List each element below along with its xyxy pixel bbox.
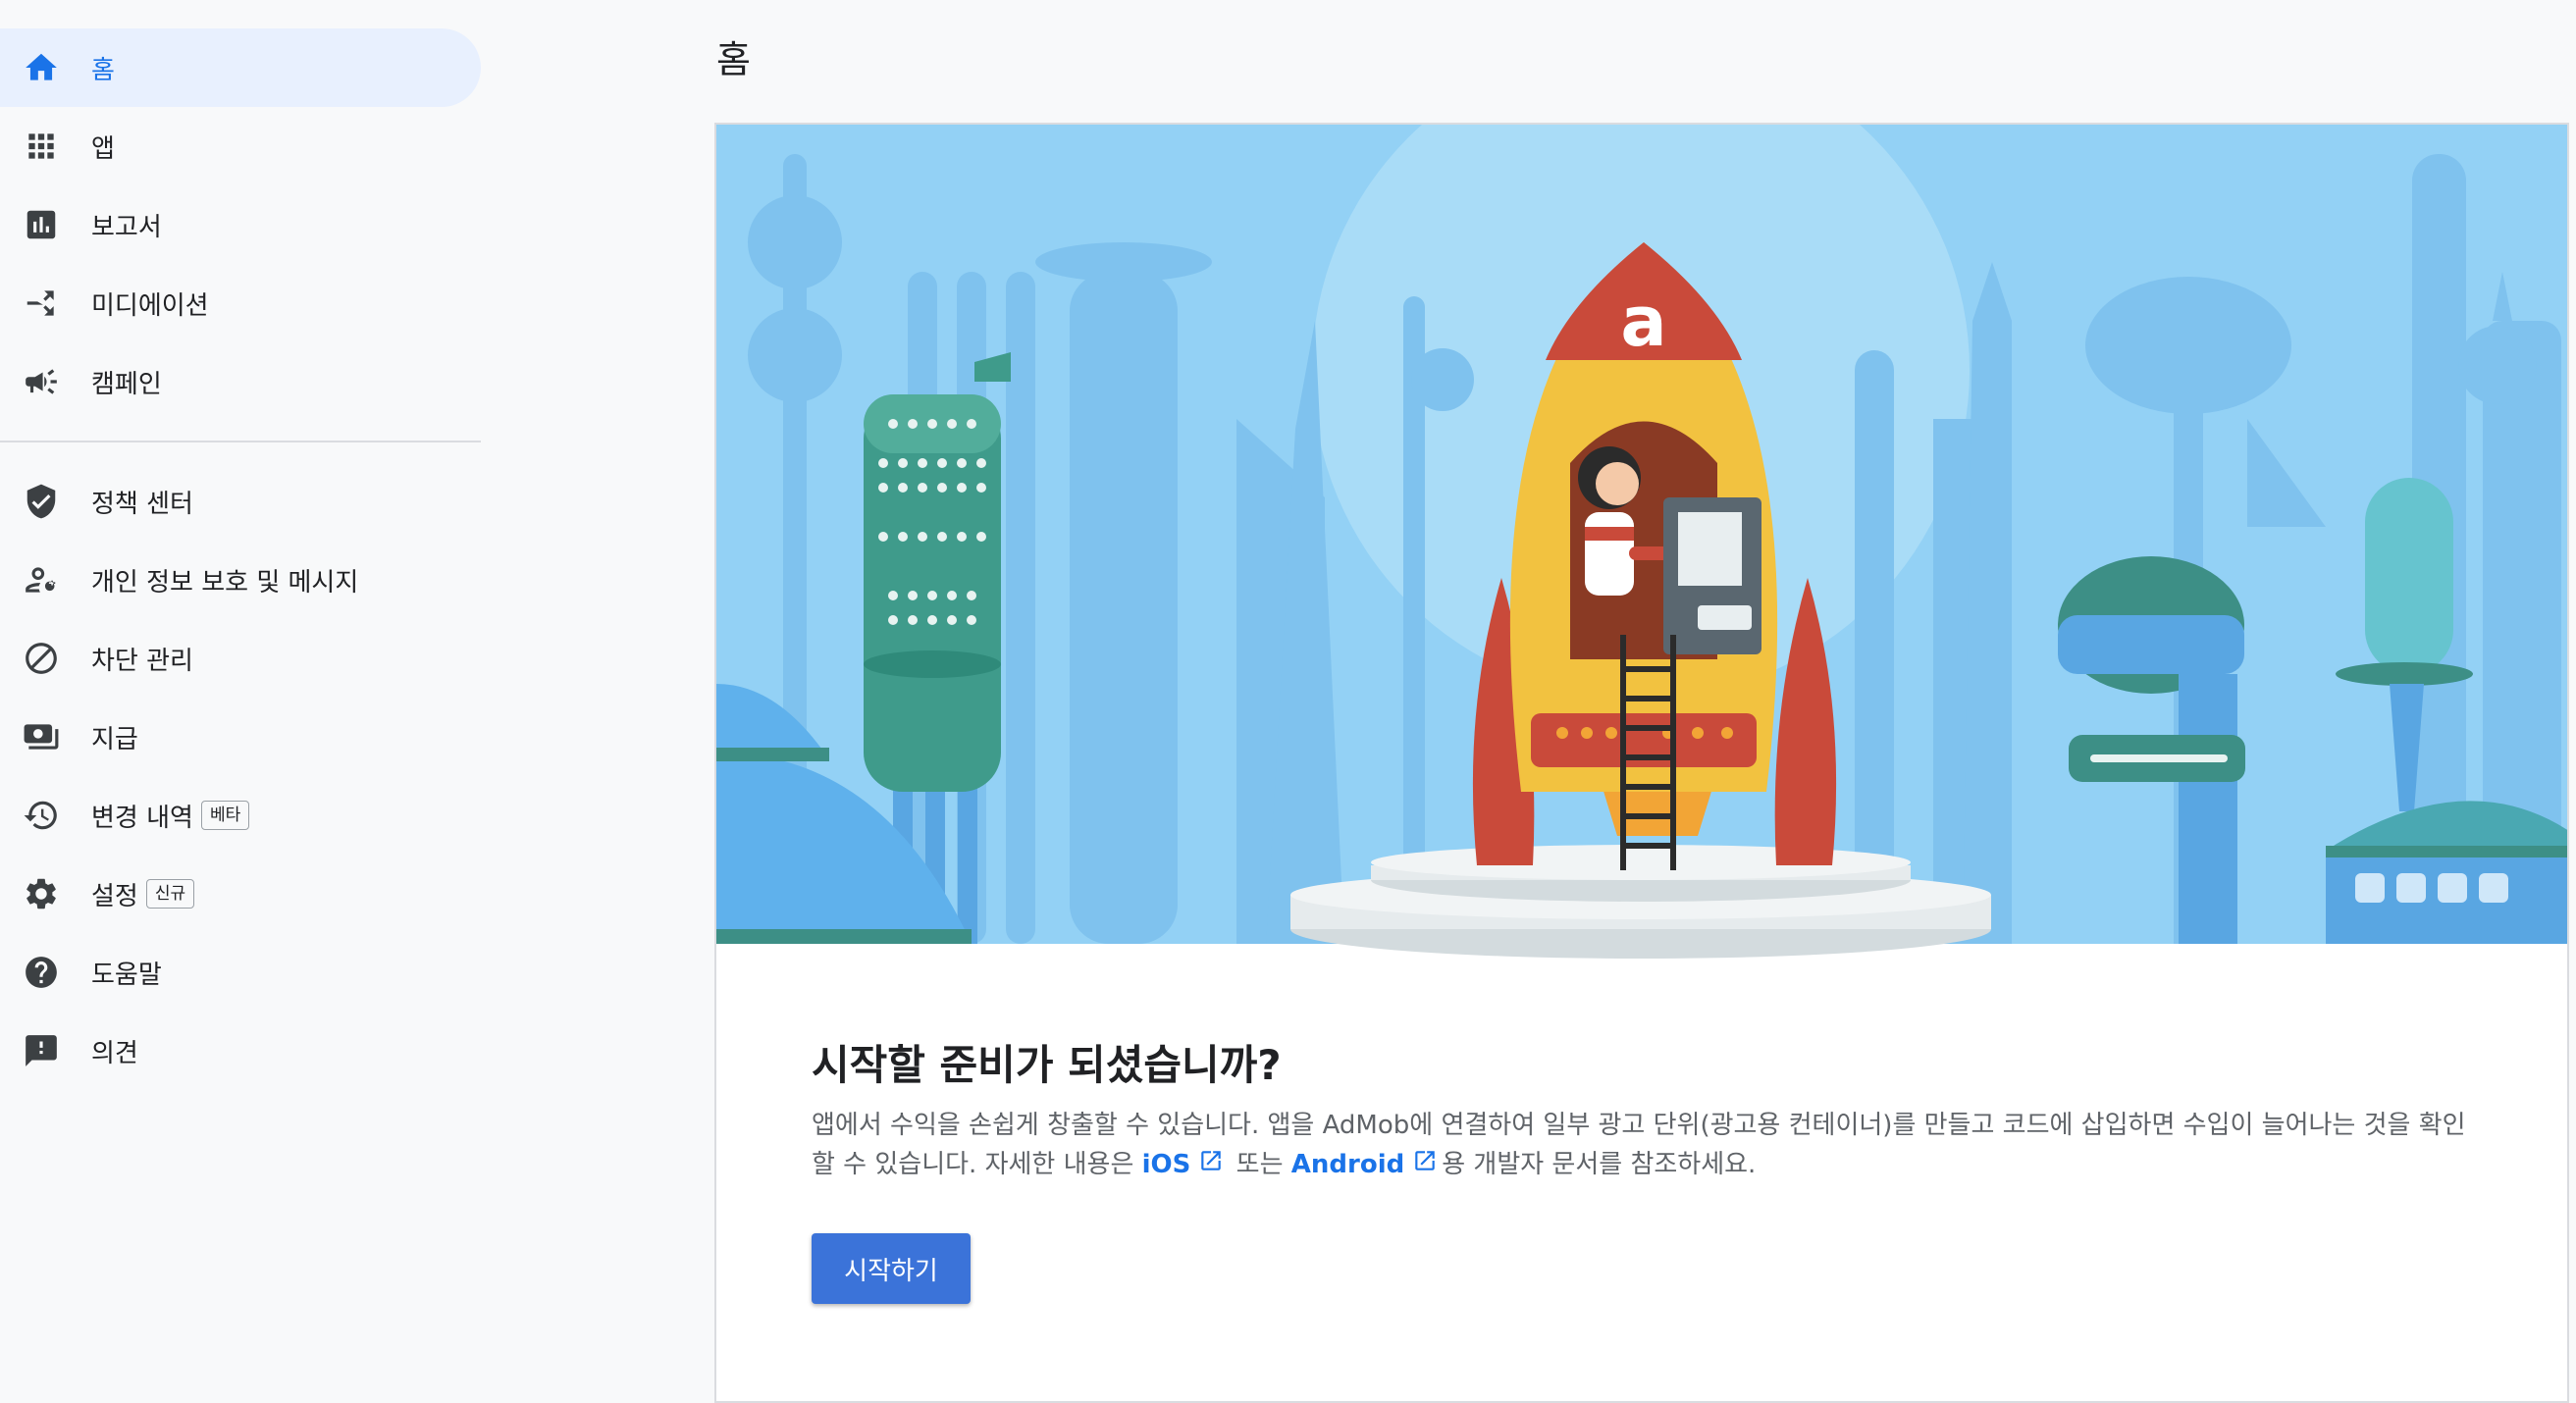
sidebar-item-campaigns[interactable]: 캠페인 bbox=[0, 342, 481, 421]
sidebar-divider bbox=[0, 441, 481, 442]
megaphone-icon bbox=[22, 362, 61, 401]
sidebar-item-label: 앱 bbox=[91, 133, 115, 164]
sidebar-item-label: 정책 센터 bbox=[91, 489, 193, 519]
sidebar-item-label: 지급 bbox=[91, 724, 138, 754]
open-in-new-icon bbox=[1198, 1146, 1224, 1185]
card-heading: 시작할 준비가 되셨습니까? bbox=[812, 1041, 1282, 1089]
sidebar-item-payments[interactable]: 지급 bbox=[0, 698, 481, 776]
sidebar-item-label: 도움말 bbox=[91, 960, 162, 990]
sidebar-item-mediation[interactable]: 미디에이션 bbox=[0, 264, 481, 342]
sidebar-item-apps[interactable]: 앱 bbox=[0, 107, 481, 185]
ios-docs-link[interactable]: iOS bbox=[1142, 1150, 1229, 1179]
android-docs-link[interactable]: Android bbox=[1291, 1150, 1442, 1179]
sidebar-item-label: 보고서 bbox=[91, 212, 162, 242]
sidebar-item-label-group: 설정 신규 bbox=[91, 876, 195, 912]
sidebar-item-policy-center[interactable]: 정책 센터 bbox=[0, 462, 481, 541]
sidebar-item-privacy-messaging[interactable]: 개인 정보 보호 및 메시지 bbox=[0, 541, 481, 619]
sidebar-item-settings[interactable]: 설정 신규 bbox=[0, 855, 481, 933]
sidebar-item-label: 변경 내역 bbox=[91, 803, 193, 833]
get-started-card: a 시작할 준비가 되셨습니까? 앱에서 수익을 손쉽게 창출할 수 있습니다. bbox=[714, 123, 2569, 1403]
apps-grid-icon bbox=[22, 127, 61, 166]
sidebar-item-help[interactable]: 도움말 bbox=[0, 933, 481, 1012]
sidebar-item-feedback[interactable]: 의견 bbox=[0, 1012, 481, 1090]
bar-chart-icon bbox=[22, 205, 61, 244]
beta-tag: 베타 bbox=[200, 801, 250, 830]
home-icon bbox=[22, 48, 61, 87]
sidebar: 홈 앱 보고서 미디에이션 캠페인 정책 센터 개인 정보 보호 및 메시지 차… bbox=[0, 0, 481, 1397]
history-icon bbox=[22, 796, 61, 835]
sidebar-item-label: 개인 정보 보호 및 메시지 bbox=[91, 567, 359, 598]
sidebar-item-label: 홈 bbox=[91, 55, 115, 85]
rocket-illustration: a bbox=[716, 125, 2567, 959]
new-tag: 신규 bbox=[145, 879, 195, 909]
help-icon bbox=[22, 953, 61, 992]
sidebar-item-reports[interactable]: 보고서 bbox=[0, 185, 481, 264]
shield-check-icon bbox=[22, 482, 61, 521]
feedback-icon bbox=[22, 1031, 61, 1070]
ios-link-label: iOS bbox=[1141, 1150, 1191, 1179]
sidebar-item-change-history[interactable]: 변경 내역 베타 bbox=[0, 776, 481, 855]
svg-text:a: a bbox=[1620, 282, 1666, 362]
call-split-icon bbox=[22, 284, 61, 323]
description-text: 용 개발자 문서를 참조하세요. bbox=[1442, 1150, 1757, 1179]
sidebar-item-label: 미디에이션 bbox=[91, 290, 209, 321]
sidebar-item-label: 설정 bbox=[91, 881, 138, 911]
block-icon bbox=[22, 639, 61, 678]
person-settings-icon bbox=[22, 560, 61, 599]
sidebar-item-label-group: 변경 내역 베타 bbox=[91, 798, 250, 834]
payments-icon bbox=[22, 717, 61, 756]
page-title: 홈 bbox=[716, 38, 751, 81]
android-link-label: Android bbox=[1290, 1150, 1405, 1179]
get-started-button[interactable]: 시작하기 bbox=[812, 1233, 971, 1304]
description-text: 또는 bbox=[1228, 1150, 1291, 1179]
sidebar-item-label: 캠페인 bbox=[91, 369, 162, 399]
card-description: 앱에서 수익을 손쉽게 창출할 수 있습니다. 앱을 AdMob에 연결하여 일… bbox=[812, 1106, 2480, 1185]
sidebar-item-label: 의견 bbox=[91, 1038, 138, 1068]
gear-icon bbox=[22, 874, 61, 913]
sidebar-item-label: 차단 관리 bbox=[91, 646, 193, 676]
sidebar-item-blocking-controls[interactable]: 차단 관리 bbox=[0, 619, 481, 698]
sidebar-item-home[interactable]: 홈 bbox=[0, 28, 481, 107]
open-in-new-icon bbox=[1412, 1146, 1438, 1185]
